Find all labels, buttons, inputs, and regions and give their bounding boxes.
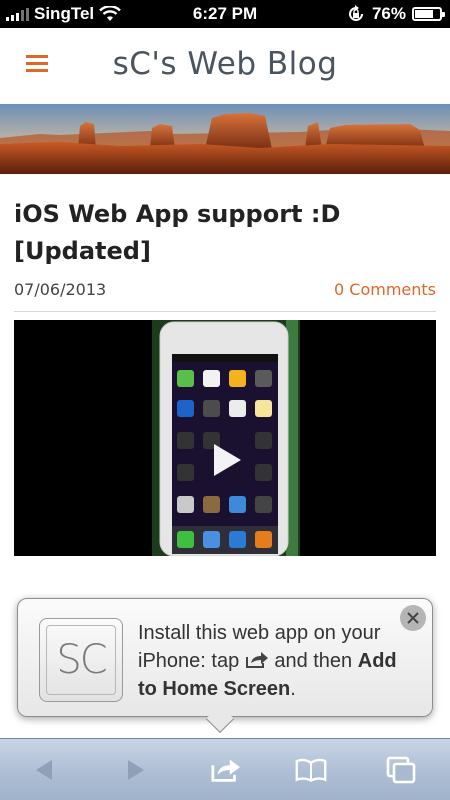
back-arrow-icon[interactable]	[29, 755, 61, 785]
bookmarks-icon[interactable]	[295, 755, 327, 785]
forward-arrow-icon[interactable]	[119, 755, 151, 785]
share-icon[interactable]	[210, 755, 242, 785]
install-web-app-popup: SC Install this web app on your iPhone: …	[17, 598, 433, 717]
rotation-lock-icon	[349, 5, 363, 21]
site-title[interactable]: sC's Web Blog	[60, 46, 450, 82]
hamburger-icon[interactable]	[26, 55, 48, 73]
wifi-icon	[99, 6, 121, 21]
site-header: sC's Web Blog	[0, 28, 450, 104]
app-icon: SC	[39, 618, 123, 702]
post-date: 07/06/2013	[14, 280, 107, 299]
share-icon	[245, 652, 268, 668]
close-icon[interactable]	[400, 605, 426, 631]
comments-link[interactable]: 0 Comments	[334, 280, 436, 299]
carrier-name: SingTel	[34, 4, 95, 23]
video-player[interactable]	[14, 320, 436, 556]
battery-icon	[412, 7, 445, 21]
app-icon-text: SC	[46, 625, 116, 695]
install-text-middle: and then	[274, 650, 353, 672]
battery-percent: 76%	[371, 4, 406, 23]
install-instructions: Install this web app on your iPhone: tap…	[138, 619, 418, 703]
browser-toolbar	[0, 738, 450, 800]
pages-icon[interactable]	[385, 755, 417, 785]
install-text-end: .	[290, 678, 296, 700]
post-meta: 07/06/2013 0 Comments	[14, 278, 436, 312]
signal-strength-icon	[6, 7, 29, 21]
status-left: SingTel	[6, 4, 121, 24]
status-bar: SingTel 6:27 PM 76%	[0, 0, 450, 28]
post-title[interactable]: iOS Web App support :D [Updated]	[14, 196, 434, 270]
header-banner-image	[0, 104, 450, 174]
status-right: 76%	[346, 4, 445, 24]
